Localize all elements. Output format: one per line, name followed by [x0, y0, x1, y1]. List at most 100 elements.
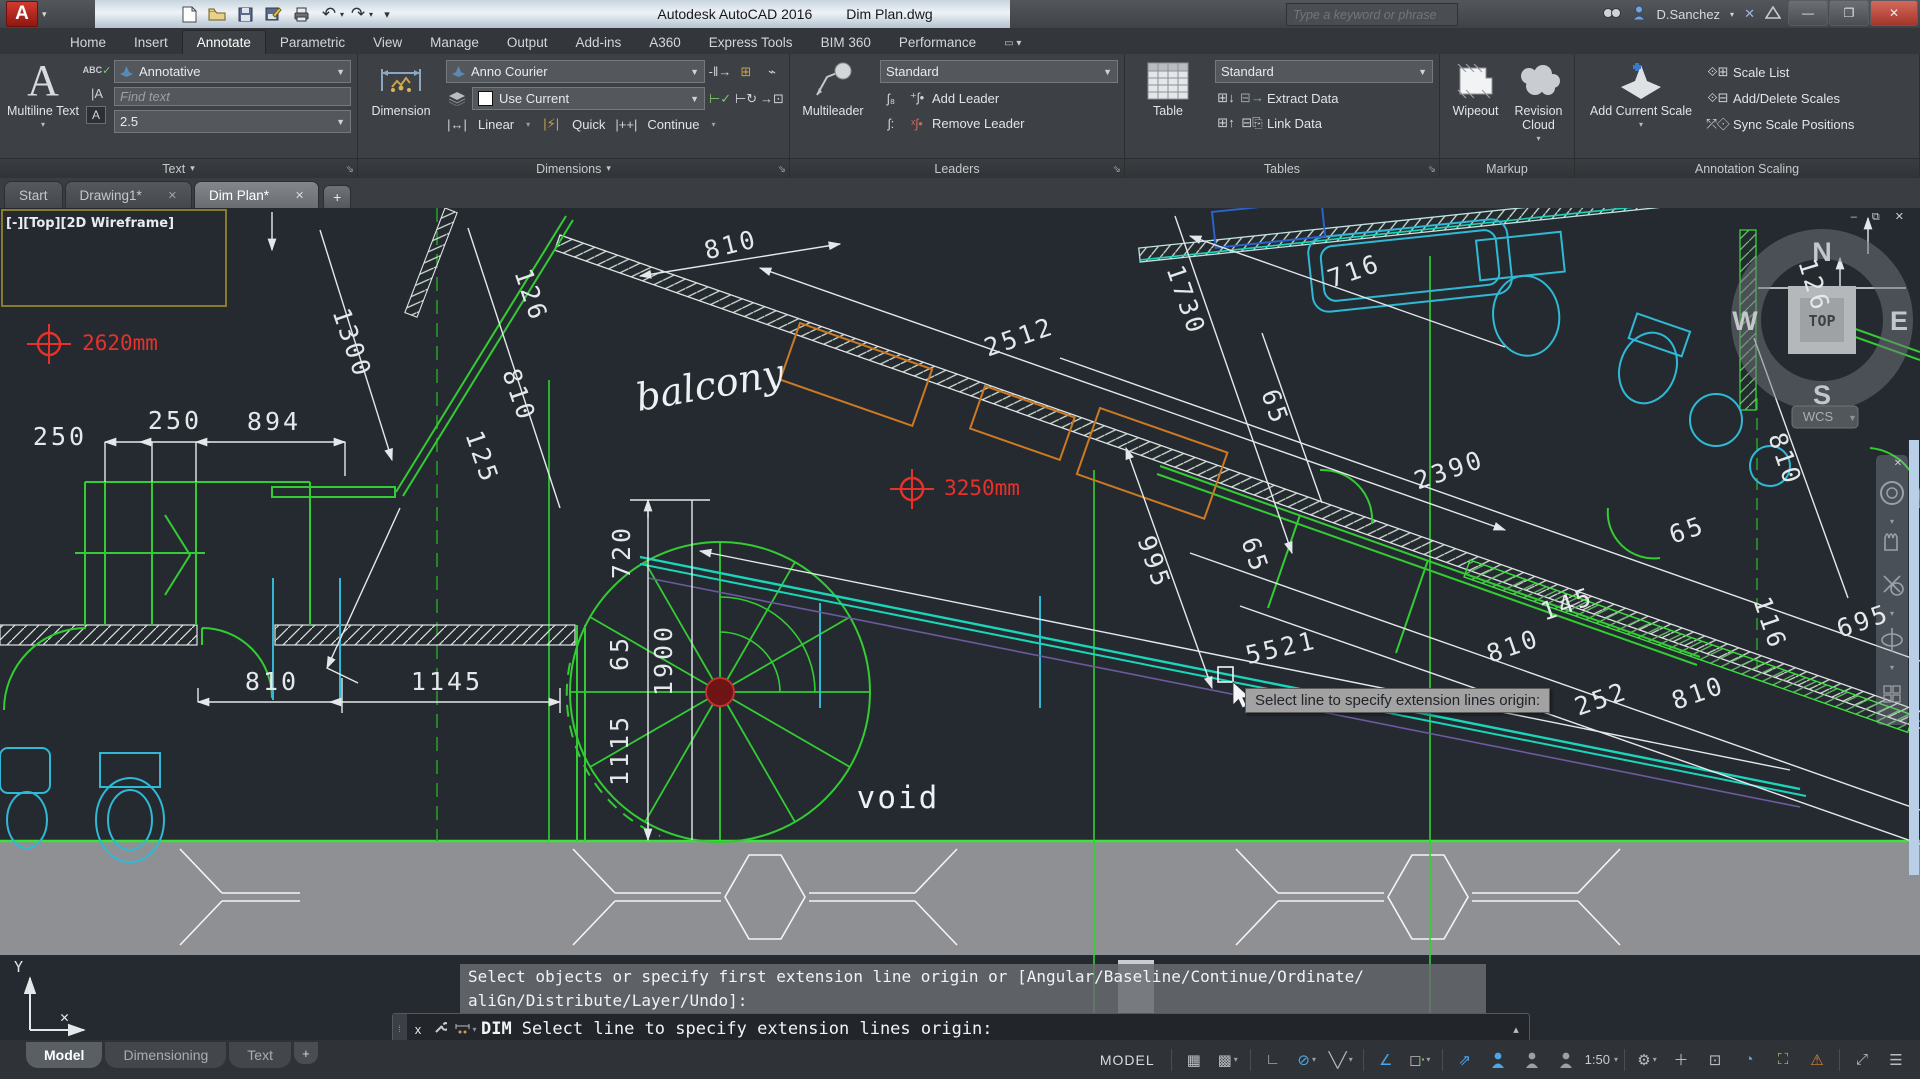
exchange-icon[interactable]: ✕ [1744, 6, 1755, 22]
ribbon-tab-annotate[interactable]: Annotate [182, 30, 266, 54]
restore-button[interactable]: ❐ [1829, 0, 1869, 26]
text-dialog-launcher[interactable]: ⇘ [346, 164, 354, 175]
ribbon-tab-parametric[interactable]: Parametric [266, 31, 359, 54]
adjust-spacing-icon[interactable]: ⊞ [735, 62, 757, 82]
dim-jog-line-icon[interactable]: ⌁ [761, 62, 783, 82]
file-tab-close-icon[interactable]: ✕ [295, 189, 304, 202]
text-align-icon[interactable]: |A [86, 83, 108, 103]
new-layout-button[interactable]: + [294, 1042, 318, 1064]
isolate-objects-icon[interactable]: ⛶ [1767, 1047, 1799, 1073]
redo-icon[interactable]: ↷ [345, 3, 371, 25]
continue-dim-icon[interactable]: |++| [615, 114, 637, 134]
break-dimension-icon[interactable]: -‖→ [709, 62, 731, 82]
ribbon-tab-view[interactable]: View [359, 31, 416, 54]
command-customize-icon[interactable] [429, 1021, 451, 1037]
save-as-icon[interactable] [260, 3, 286, 25]
dimension-button[interactable]: Dimension [364, 58, 438, 158]
viewcube-east[interactable]: E [1890, 306, 1908, 336]
user-icon[interactable] [1632, 5, 1646, 23]
undo-icon[interactable]: ↶ [316, 3, 342, 25]
dim-dialog-launcher[interactable]: ⇘ [778, 164, 786, 175]
panel-caption-leaders[interactable]: Leaders [790, 158, 1124, 178]
continue-label[interactable]: Continue [647, 117, 699, 132]
command-dim-icon[interactable]: ▾ [451, 1023, 481, 1035]
lineweight-icon[interactable]: ⇗ [1449, 1047, 1481, 1073]
redo-dropdown[interactable]: ▾ [369, 10, 373, 19]
add-leader-label[interactable]: Add Leader [932, 91, 999, 106]
find-text-input[interactable] [114, 87, 351, 106]
trusted-autoload-icon[interactable]: ⚠ [1801, 1047, 1833, 1073]
annotation-scale-value[interactable]: 1:50 [1585, 1052, 1610, 1067]
object-snap-tracking-icon[interactable]: ∠ [1370, 1047, 1402, 1073]
annotation-visibility-icon[interactable] [1483, 1047, 1515, 1073]
file-tab-dim-plan[interactable]: Dim Plan*✕ [194, 181, 319, 208]
mleader-style-combo[interactable]: Standard▼ [880, 60, 1118, 83]
scrollbar[interactable] [1909, 440, 1919, 875]
model-space-label[interactable]: MODEL [1090, 1052, 1165, 1068]
viewport-controls-label[interactable]: [-][Top][2D Wireframe] [6, 216, 174, 231]
panel-caption-markup[interactable]: Markup [1440, 158, 1574, 178]
file-tab-start[interactable]: Start [4, 181, 63, 208]
minimize-button[interactable]: — [1788, 0, 1828, 26]
workspace-gear-icon[interactable]: ⚙▾ [1631, 1047, 1663, 1073]
search-icon[interactable] [1602, 6, 1622, 23]
file-tab-close-icon[interactable]: ✕ [168, 189, 177, 202]
navbar-close-icon[interactable]: ✕ [1894, 458, 1902, 469]
wipeout-button[interactable]: Wipeout [1446, 58, 1505, 158]
reassociate-icon[interactable]: →⊡ [761, 89, 783, 109]
layout-tab-text[interactable]: Text [229, 1042, 291, 1068]
layout-tab-model[interactable]: Model [26, 1042, 102, 1068]
mleader-collect-icon[interactable]: ʃ₈ [880, 88, 902, 108]
grid-icon[interactable]: ▦ [1178, 1047, 1210, 1073]
export-table-icon[interactable]: ⊞↓ [1215, 88, 1237, 108]
panel-caption-text[interactable]: Text▾ [0, 158, 357, 178]
quick-label[interactable]: Quick [572, 117, 605, 132]
extract-data-label[interactable]: Extract Data [1267, 91, 1339, 106]
remove-leader-label[interactable]: Remove Leader [932, 116, 1025, 131]
tolerance-icon[interactable]: ⊢✓ [709, 89, 731, 109]
ribbon-tab-manage[interactable]: Manage [416, 31, 493, 54]
command-line[interactable]: ⁞ x ▾ DIMSelect line to specify extensio… [392, 1013, 1530, 1040]
text-height-combo[interactable]: 2.5▼ [114, 110, 351, 133]
new-file-icon[interactable] [176, 3, 202, 25]
ortho-icon[interactable]: ∟ [1257, 1047, 1289, 1073]
a360-icon[interactable] [1765, 6, 1781, 22]
ribbon-tab-bim-360[interactable]: BIM 360 [807, 31, 885, 54]
signed-in-user[interactable]: D.Sanchez [1656, 7, 1720, 22]
linear-dim-icon[interactable]: |↔| [446, 114, 468, 134]
linear-label[interactable]: Linear [478, 117, 514, 132]
open-folder-icon[interactable] [204, 3, 230, 25]
dim-layer-combo[interactable]: Use Current▼ [472, 87, 705, 110]
new-drawing-tab-button[interactable]: + [323, 185, 351, 208]
close-button[interactable]: ✕ [1870, 0, 1918, 26]
link-data-icon[interactable]: ⊟⎘ [1241, 113, 1263, 133]
object-snap-icon[interactable]: ◻▪▾ [1404, 1047, 1436, 1073]
qat-customize-icon[interactable]: ▾ [374, 3, 400, 25]
add-leader-icon[interactable]: ⁺ʃ• [906, 88, 928, 108]
table-style-combo[interactable]: Standard▼ [1215, 60, 1433, 83]
command-recent-toggle[interactable]: ▴ [1503, 1023, 1529, 1036]
units-icon[interactable]: ⊡ [1699, 1047, 1731, 1073]
sync-scale-positions-icon[interactable]: ⤱⟐ [1707, 114, 1729, 134]
table-button[interactable]: Table [1131, 58, 1205, 158]
isodraft-icon[interactable]: ╲╱▾ [1325, 1047, 1357, 1073]
extract-data-icon[interactable]: ⊟→ [1241, 88, 1263, 108]
polar-tracking-icon[interactable]: ⊘▾ [1291, 1047, 1323, 1073]
ribbon-tab-home[interactable]: Home [56, 31, 120, 54]
viewcube-west[interactable]: W [1732, 306, 1758, 336]
link-data-label[interactable]: Link Data [1267, 116, 1322, 131]
leaders-dialog-launcher[interactable]: ⇘ [1113, 164, 1121, 175]
add-delete-scales-icon[interactable]: ⟐⊟ [1707, 88, 1729, 108]
ribbon-tab-a360[interactable]: A360 [635, 31, 695, 54]
ribbon-tab-performance[interactable]: Performance [885, 31, 990, 54]
ribbon-tab-insert[interactable]: Insert [120, 31, 182, 54]
clean-screen-icon[interactable]: ⤢ [1846, 1047, 1878, 1073]
sync-scale-positions-label[interactable]: Sync Scale Positions [1733, 117, 1854, 132]
plot-icon[interactable] [288, 3, 314, 25]
command-close-icon[interactable]: x [407, 1022, 429, 1037]
dim-update-icon[interactable]: ⊢↻ [735, 89, 757, 109]
annotation-monitor-icon[interactable]: ＋ [1665, 1047, 1697, 1073]
add-current-scale-button[interactable]: Add Current Scale▾ [1589, 58, 1693, 158]
ribbon-display-toggle[interactable]: ▭ ▾ [1004, 38, 1021, 54]
upload-table-icon[interactable]: ⊞↑ [1215, 113, 1237, 133]
